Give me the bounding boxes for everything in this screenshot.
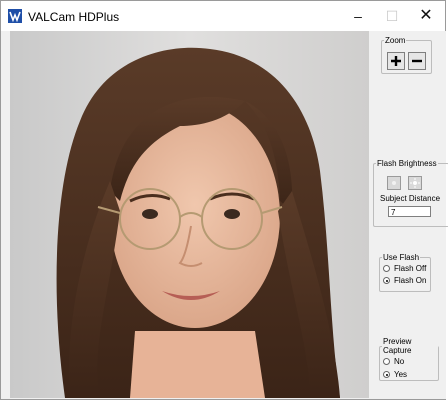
- flash-off-label: Flash Off: [394, 264, 427, 273]
- maximize-button[interactable]: ☐: [375, 1, 409, 31]
- zoom-legend: Zoom: [385, 36, 406, 45]
- subject-distance-input[interactable]: 7: [388, 206, 431, 217]
- subject-distance-label: Subject Distance: [380, 194, 441, 203]
- close-button[interactable]: ✕: [409, 1, 443, 31]
- zoom-group: Zoom: [381, 36, 432, 74]
- app-logo-icon: [8, 9, 22, 23]
- zoom-out-button[interactable]: [408, 52, 426, 70]
- camera-preview: [10, 31, 369, 398]
- minus-icon: [412, 59, 422, 63]
- title-bar: VALCam HDPlus – ☐ ✕: [1, 1, 445, 31]
- radio-unchecked-icon: [383, 358, 390, 365]
- flash-on-label: Flash On: [394, 276, 427, 285]
- dim-sun-icon: [392, 181, 396, 185]
- use-flash-group: Use Flash Flash Off Flash On: [379, 253, 431, 292]
- preview-no-label: No: [394, 357, 405, 366]
- minimize-button[interactable]: –: [341, 1, 375, 31]
- plus-icon: [391, 56, 401, 66]
- radio-checked-icon: [383, 277, 390, 284]
- control-panel: Zoom Flash Brightness Subject Distance 7…: [370, 31, 448, 399]
- preview-capture-group: Preview Capture No Yes: [379, 337, 439, 381]
- flash-brightness-group: Flash Brightness Subject Distance 7: [373, 159, 448, 227]
- app-window: VALCam HDPlus – ☐ ✕ Zoom Flash Brightnes…: [0, 0, 448, 400]
- brightness-up-button[interactable]: [408, 176, 422, 190]
- bright-sun-icon: [410, 178, 420, 188]
- preview-capture-legend: Preview Capture: [383, 337, 412, 355]
- flash-brightness-legend: Flash Brightness: [377, 159, 437, 168]
- radio-checked-icon: [383, 371, 390, 378]
- zoom-in-button[interactable]: [387, 52, 405, 70]
- radio-unchecked-icon: [383, 265, 390, 272]
- window-title: VALCam HDPlus: [28, 10, 120, 24]
- use-flash-legend: Use Flash: [383, 253, 420, 262]
- preview-yes-label: Yes: [394, 370, 408, 379]
- brightness-down-button[interactable]: [387, 176, 401, 190]
